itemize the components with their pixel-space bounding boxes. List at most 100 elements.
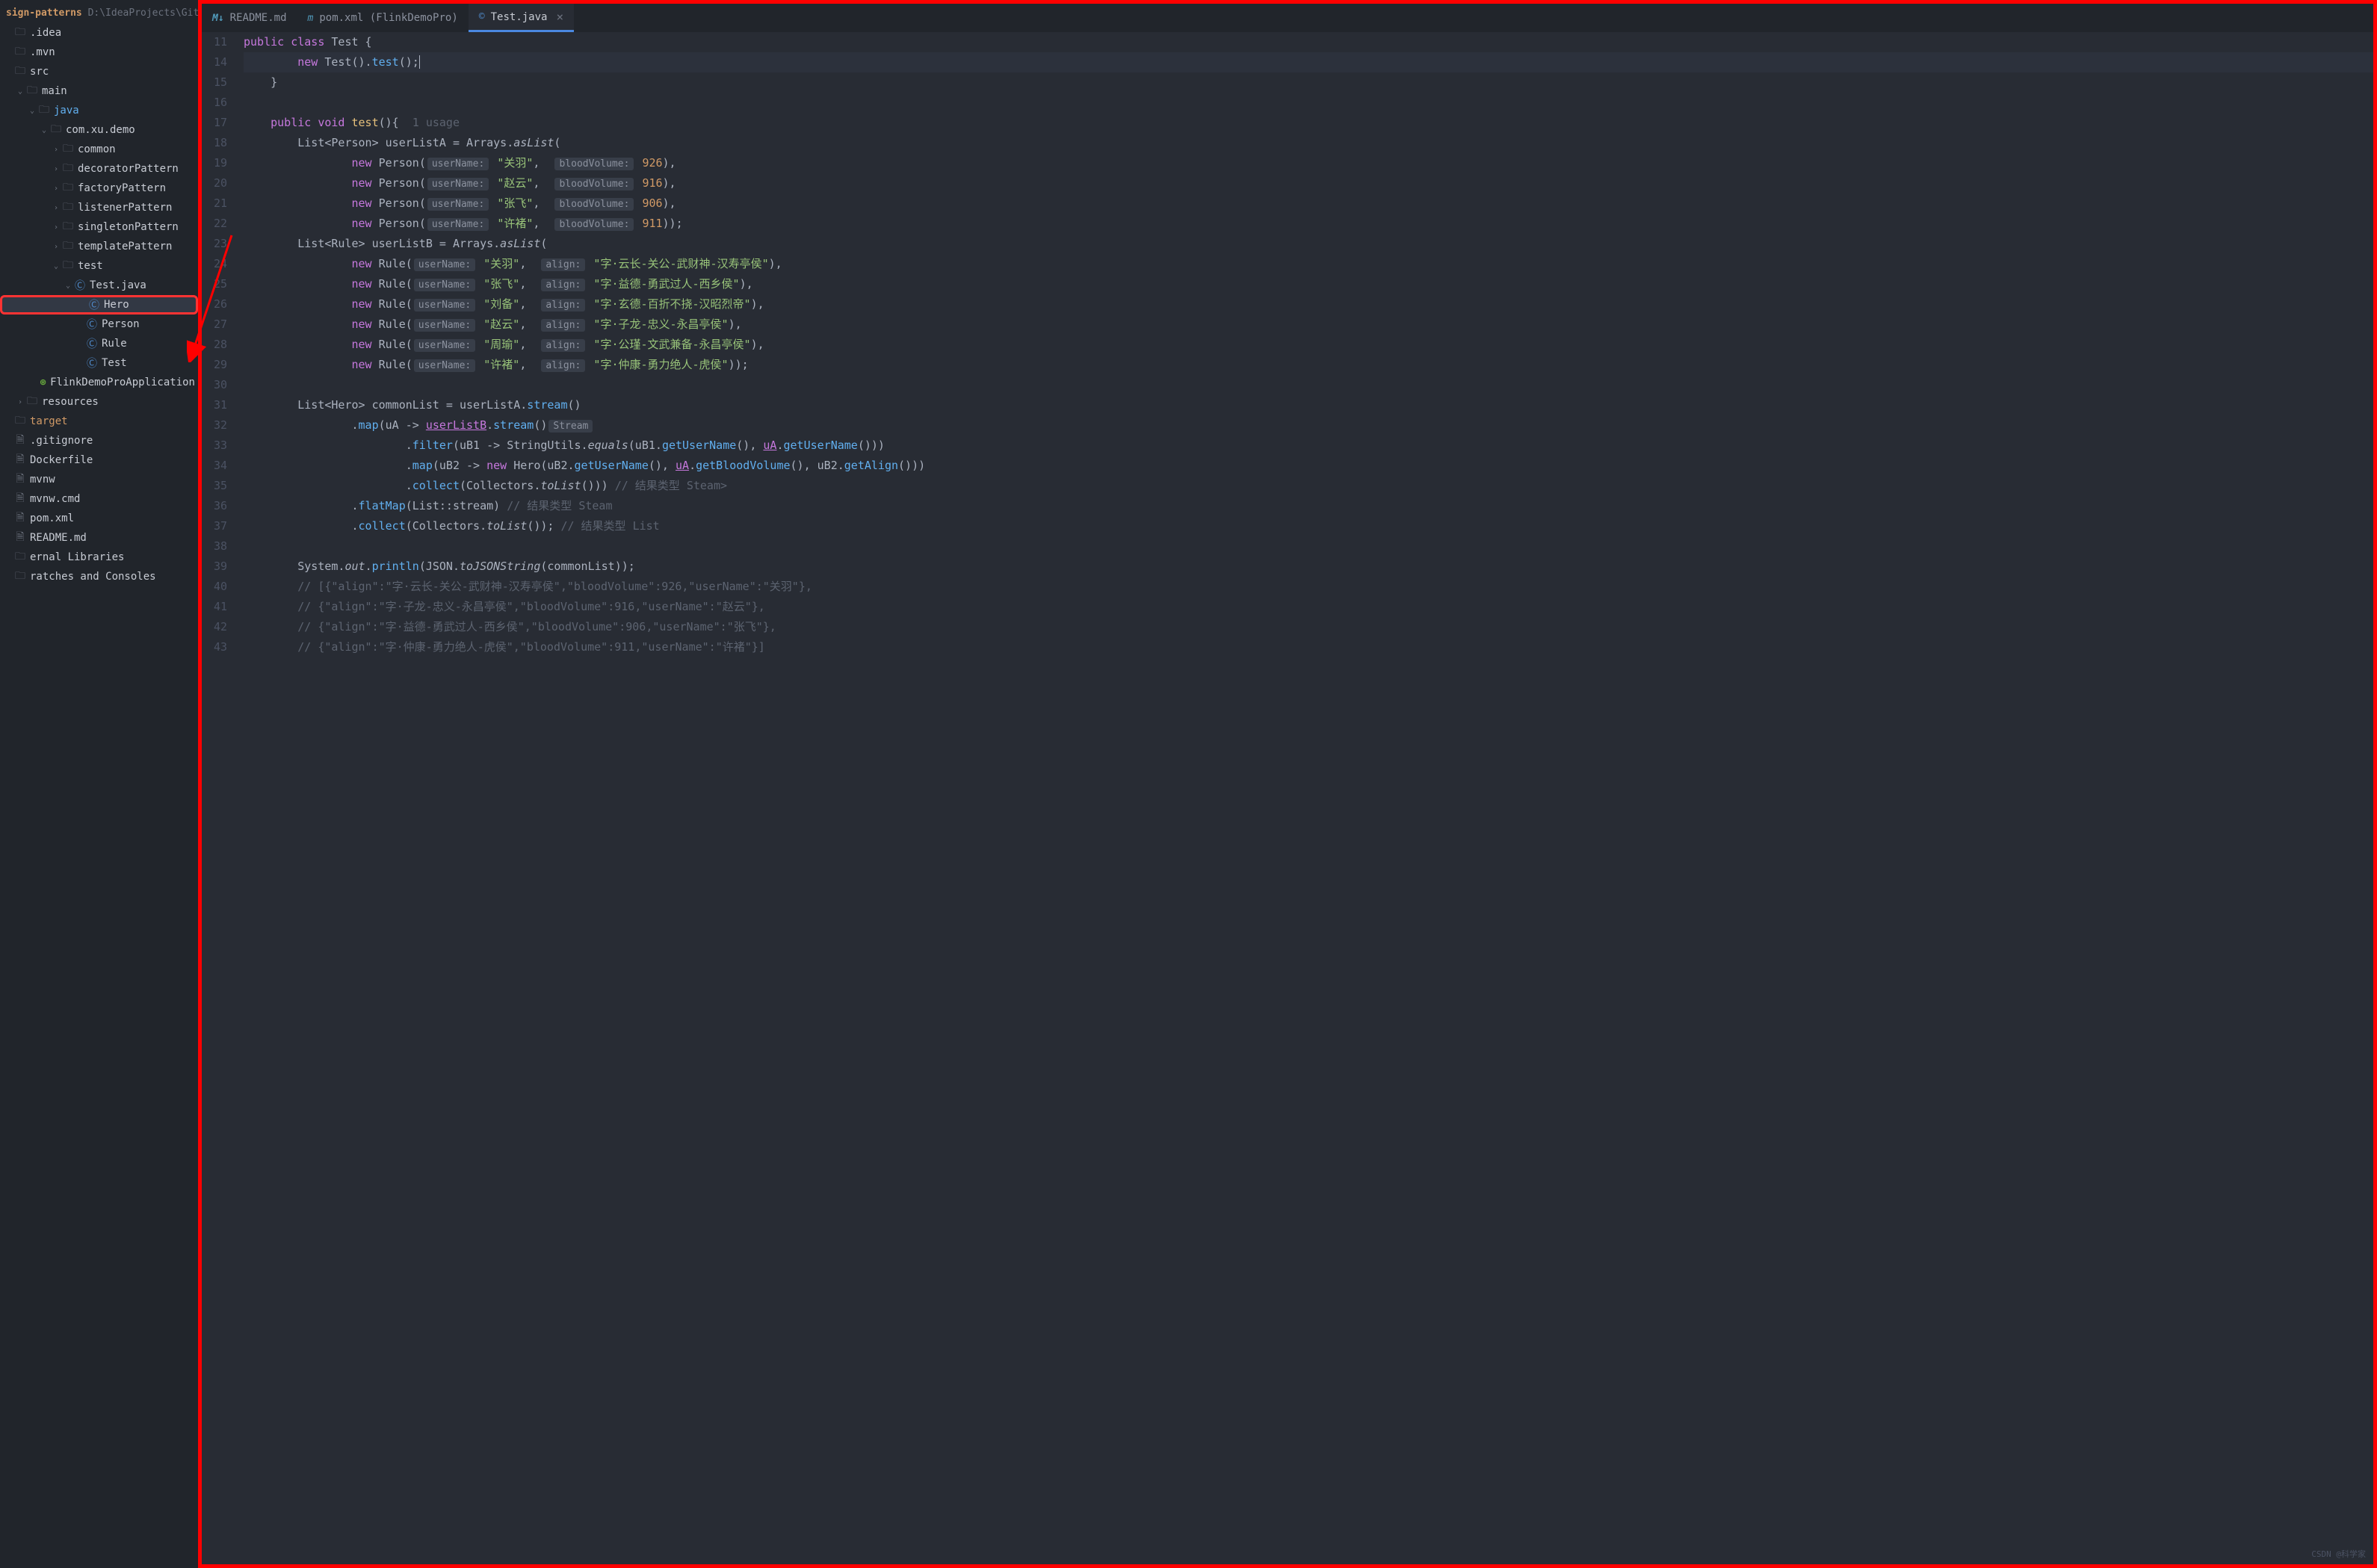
tree-item-Dockerfile[interactable]: 🗎Dockerfile xyxy=(0,450,198,470)
chevron-icon: › xyxy=(51,204,61,212)
tree-item-README-md[interactable]: 🗎README.md xyxy=(0,528,198,548)
code-editor[interactable]: 1114151617181920212223242526272829303132… xyxy=(202,32,2373,1564)
tree-label: .idea xyxy=(30,27,61,39)
tree-label: pom.xml xyxy=(30,512,74,524)
tree-label: ratches and Consoles xyxy=(30,571,156,583)
class-icon: Ⓒ xyxy=(85,317,99,332)
tree-label: resources xyxy=(42,396,99,408)
tab-README-md[interactable]: M↓ README.md xyxy=(202,4,297,32)
tree-item--gitignore[interactable]: 🗎.gitignore xyxy=(0,431,198,450)
tree-item-main[interactable]: ⌄🗀main xyxy=(0,81,198,101)
tree-label: .mvn xyxy=(30,46,55,58)
tree-item-decoratorPattern[interactable]: ›🗀decoratorPattern xyxy=(0,159,198,179)
tree-item-java[interactable]: ⌄🗀java xyxy=(0,101,198,120)
project-sidebar[interactable]: sign-patterns D:\IdeaProjects\Gitee\des … xyxy=(0,0,198,1568)
chevron-icon: ⌄ xyxy=(51,262,61,270)
watermark: CSDN @科学家 xyxy=(2311,1548,2366,1560)
tree-label: common xyxy=(78,143,116,155)
tree-label: mvnw xyxy=(30,474,55,486)
tree-item--mvn[interactable]: 🗀.mvn xyxy=(0,43,198,62)
tree-item-Person[interactable]: ⒸPerson xyxy=(0,314,198,334)
tab-label: README.md xyxy=(230,12,287,24)
tree-item-Rule[interactable]: ⒸRule xyxy=(0,334,198,353)
folder-icon: 🗀 xyxy=(13,43,27,61)
spring-icon: ⊛ xyxy=(39,376,47,388)
folder-icon: 🗀 xyxy=(13,63,27,81)
file-icon: 🗎 xyxy=(13,509,27,527)
folder-icon: 🗀 xyxy=(13,24,27,42)
tree-item-com-xu-demo[interactable]: ⌄🗀com.xu.demo xyxy=(0,120,198,140)
tree-item-templatePattern[interactable]: ›🗀templatePattern xyxy=(0,237,198,256)
close-icon[interactable]: × xyxy=(556,10,563,24)
tree-item-listenerPattern[interactable]: ›🗀listenerPattern xyxy=(0,198,198,217)
tree-label: src xyxy=(30,66,49,78)
chevron-icon: ⌄ xyxy=(27,107,37,115)
tree-label: Dockerfile xyxy=(30,454,93,466)
tree-label: README.md xyxy=(30,532,87,544)
tree-label: com.xu.demo xyxy=(66,124,135,136)
tree-item-target[interactable]: 🗀target xyxy=(0,412,198,431)
class-icon: Ⓒ xyxy=(85,356,99,371)
tree-item-pom-xml[interactable]: 🗎pom.xml xyxy=(0,509,198,528)
editor-tabs: M↓ README.md mpom.xml (FlinkDemoPro)©Test.… xyxy=(202,4,2373,32)
scratch-icon: 🗀 xyxy=(13,568,27,586)
tree-item-ratches-and-Consoles[interactable]: 🗀ratches and Consoles xyxy=(0,567,198,586)
editor-area: M↓ README.md mpom.xml (FlinkDemoPro)©Test.… xyxy=(198,0,2377,1568)
tree-label: decoratorPattern xyxy=(78,163,179,175)
tree-label: factoryPattern xyxy=(78,182,166,194)
tree-label: ernal Libraries xyxy=(30,551,124,563)
package-icon: 🗀 xyxy=(61,257,75,275)
tree-item-Hero[interactable]: ⒸHero xyxy=(0,295,198,314)
tree-label: main xyxy=(42,85,67,97)
package-icon: 🗀 xyxy=(61,238,75,255)
tree-label: FlinkDemoProApplication xyxy=(50,376,195,388)
tab-label: pom.xml (FlinkDemoPro) xyxy=(319,12,457,24)
tree-item-FlinkDemoProApplication[interactable]: ⊛FlinkDemoProApplication xyxy=(0,373,198,392)
chevron-icon: ⌄ xyxy=(15,87,25,96)
file-icon: 🗎 xyxy=(13,432,27,450)
tree-item-Test[interactable]: ⒸTest xyxy=(0,353,198,373)
chevron-icon: › xyxy=(51,185,61,193)
tree-label: .gitignore xyxy=(30,435,93,447)
tree-label: test xyxy=(78,260,103,272)
package-icon: 🗀 xyxy=(61,179,75,197)
package-icon: 🗀 xyxy=(61,160,75,178)
resources-icon: 🗀 xyxy=(25,393,39,411)
tree-item-src[interactable]: 🗀src xyxy=(0,62,198,81)
tree-label: singletonPattern xyxy=(78,221,179,233)
chevron-icon: › xyxy=(15,398,25,406)
tree-label: mvnw.cmd xyxy=(30,493,80,505)
tree-item-common[interactable]: ›🗀common xyxy=(0,140,198,159)
md-icon: M↓ xyxy=(212,13,224,24)
java-icon: © xyxy=(479,11,485,22)
chevron-icon: › xyxy=(51,223,61,232)
package-icon: 🗀 xyxy=(49,121,63,139)
chevron-icon: › xyxy=(51,243,61,251)
tree-label: listenerPattern xyxy=(78,202,172,214)
tree-label: Rule xyxy=(102,338,127,350)
file-icon: 🗎 xyxy=(13,471,27,489)
tree-item-mvnw-cmd[interactable]: 🗎mvnw.cmd xyxy=(0,489,198,509)
folder-icon: 🗀 xyxy=(25,82,39,100)
tree-item-factoryPattern[interactable]: ›🗀factoryPattern xyxy=(0,179,198,198)
tree-item-Test-java[interactable]: ⌄ⒸTest.java xyxy=(0,276,198,295)
package-icon: 🗀 xyxy=(61,199,75,217)
tree-item-mvnw[interactable]: 🗎mvnw xyxy=(0,470,198,489)
tab-Test-java[interactable]: ©Test.java× xyxy=(469,4,574,32)
tree-item-singletonPattern[interactable]: ›🗀singletonPattern xyxy=(0,217,198,237)
tree-item-test[interactable]: ⌄🗀test xyxy=(0,256,198,276)
class-icon: Ⓒ xyxy=(85,336,99,351)
chevron-icon: ⌄ xyxy=(39,126,49,134)
tree-label: target xyxy=(30,415,68,427)
tree-label: Hero xyxy=(104,299,129,311)
code-content[interactable]: public class Test { new Test().test(); }… xyxy=(238,32,2373,1564)
tree-item--idea[interactable]: 🗀.idea xyxy=(0,23,198,43)
lib-icon: 🗀 xyxy=(13,548,27,566)
tab-pom-xml--FlinkDemoPro-[interactable]: mpom.xml (FlinkDemoPro) xyxy=(297,4,469,32)
package-icon: 🗀 xyxy=(61,140,75,158)
class-icon: Ⓒ xyxy=(87,297,101,312)
file-icon: 🗎 xyxy=(13,451,27,469)
line-gutter: 1114151617181920212223242526272829303132… xyxy=(202,32,238,1564)
tree-item-resources[interactable]: ›🗀resources xyxy=(0,392,198,412)
tree-item-ernal-Libraries[interactable]: 🗀ernal Libraries xyxy=(0,548,198,567)
